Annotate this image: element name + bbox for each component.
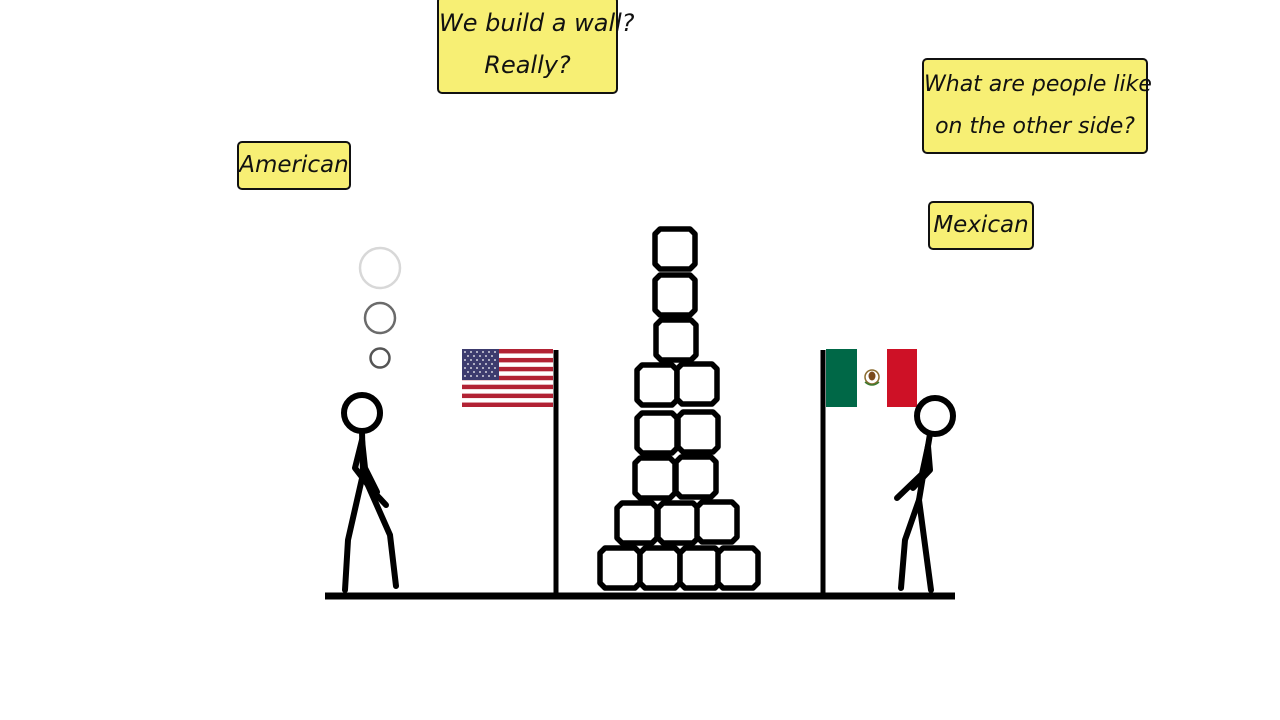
wall-block	[674, 361, 720, 407]
wall-block	[653, 317, 699, 363]
wall-block	[677, 545, 723, 591]
mexican-speech-line-2: on the other side?	[935, 114, 1135, 139]
wall-block	[597, 545, 643, 591]
mexican-label: Mexican	[928, 201, 1034, 250]
wall-block	[634, 410, 680, 456]
brick-wall	[597, 226, 761, 591]
wall-block	[632, 455, 678, 501]
wall-block	[673, 454, 719, 500]
thought-bubble-medium	[363, 301, 397, 335]
thought-bubble-large	[358, 246, 402, 290]
wall-block	[614, 500, 660, 546]
wall-block	[715, 545, 761, 591]
mexican-stick-figure	[894, 395, 956, 593]
thought-bubble-small	[369, 347, 391, 369]
wall-block	[675, 409, 721, 455]
mexican-speech-line-1: What are people like	[924, 72, 1152, 97]
wall-block	[652, 226, 698, 272]
american-speech-line-1: We build a wall?	[439, 9, 635, 37]
american-label: American	[237, 141, 351, 190]
wall-block	[655, 500, 701, 546]
wall-block	[652, 272, 698, 318]
us-flag-icon	[462, 349, 559, 594]
american-speech-note: We build a wall? Really?	[437, 0, 635, 94]
mexican-speech-note: What are people like on the other side?	[922, 58, 1152, 154]
thought-bubbles	[358, 246, 402, 369]
wall-block	[634, 362, 680, 408]
wall-block	[694, 499, 740, 545]
american-stick-figure	[341, 392, 399, 593]
wall-block	[637, 545, 683, 591]
american-speech-line-2: Really?	[484, 51, 571, 79]
